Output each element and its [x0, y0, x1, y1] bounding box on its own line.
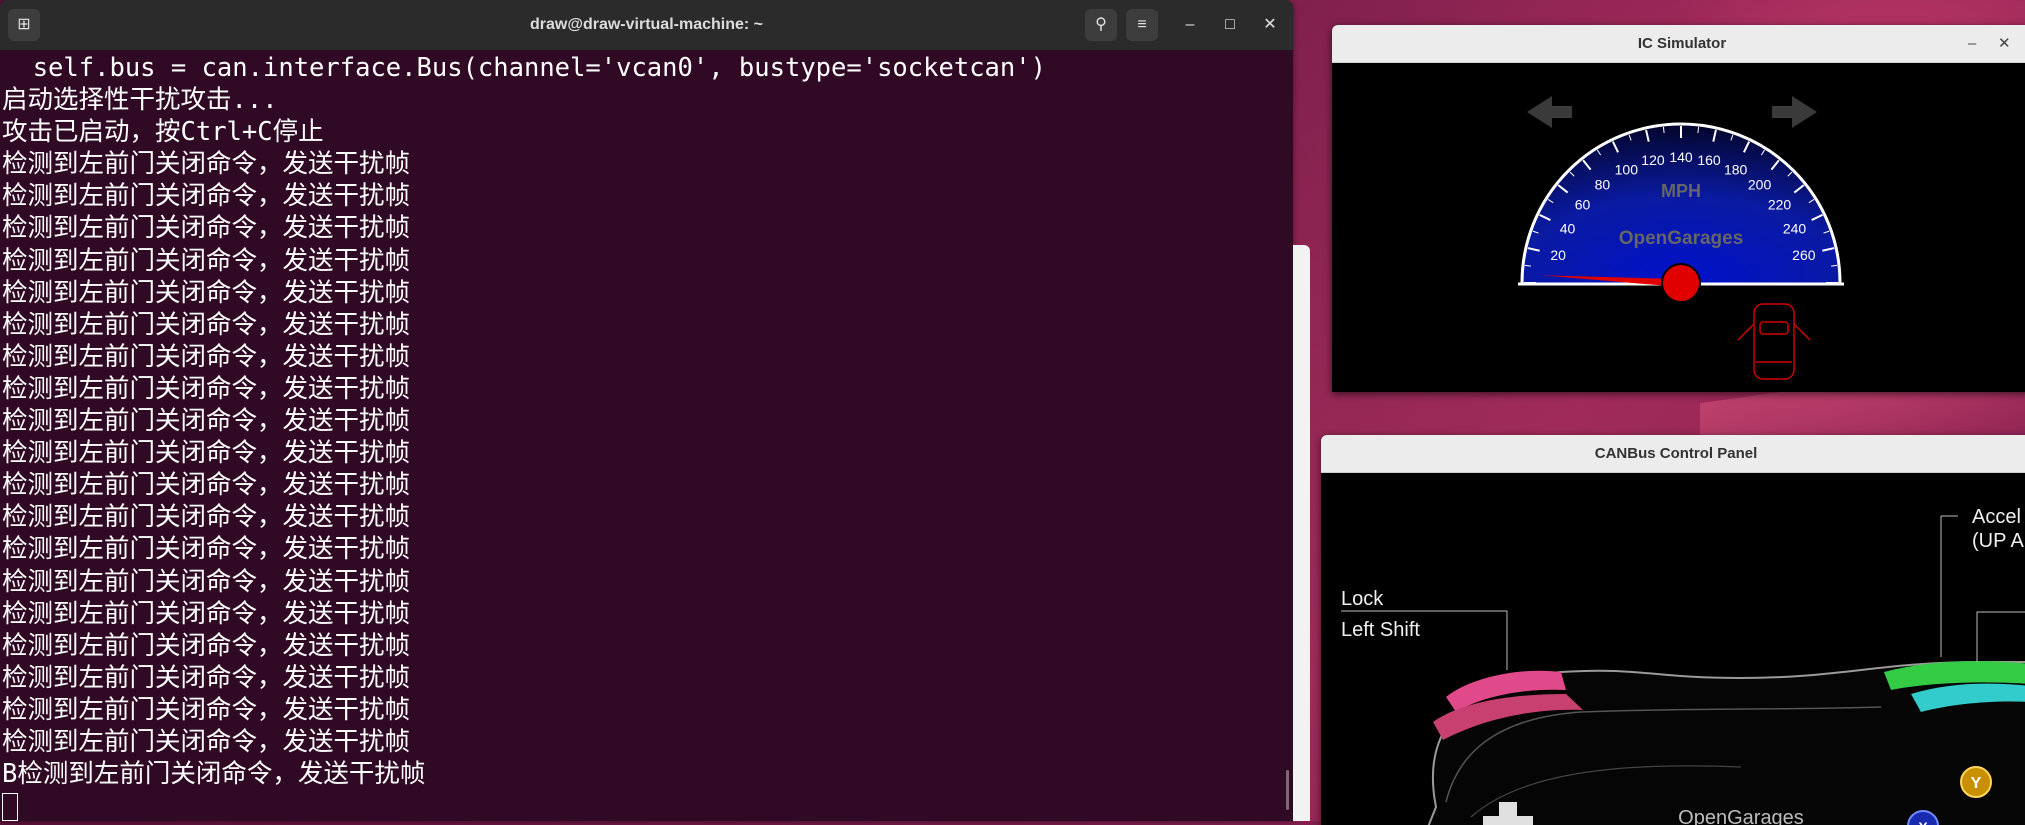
canbus-control-panel-window[interactable]: CANBus Control Panel Y X OpenGarages Loc… — [1321, 435, 2025, 825]
accelerate-label-line2: (UP A — [1972, 530, 2024, 552]
maximize-button[interactable]: □ — [1214, 9, 1246, 41]
needle-hub — [1661, 263, 1701, 303]
left-shift-label: Left Shift — [1341, 619, 1420, 641]
speedometer-tick-label: 180 — [1724, 161, 1748, 177]
terminal-line: 检测到左前门关闭命令，发送干扰帧 — [2, 341, 411, 372]
car-doors-icon — [1737, 303, 1811, 380]
right-arrow-icon — [1772, 96, 1817, 128]
terminal-scrollbar[interactable] — [1286, 770, 1289, 810]
terminal-line: 检测到左前门关闭命令，发送干扰帧 — [2, 373, 411, 404]
terminal-header-bar[interactable]: ⊞ draw@draw-virtual-machine: ~ ⚲ ≡ – □ ✕ — [0, 0, 1293, 50]
terminal-line: 检测到左前门关闭命令，发送干扰帧 — [2, 245, 411, 276]
terminal-line: 检测到左前门关闭命令，发送干扰帧 — [2, 726, 411, 757]
speedometer-tick-label: 140 — [1669, 149, 1693, 165]
terminal-line: 检测到左前门关闭命令，发送干扰帧 — [2, 534, 411, 565]
terminal-line: 检测到左前门关闭命令，发送干扰帧 — [2, 470, 411, 501]
controller-brand: OpenGarages — [1678, 807, 1804, 825]
speedometer-unit: MPH — [1661, 181, 1701, 201]
speedometer-tick-label: 60 — [1575, 196, 1591, 212]
speedometer-tick-label: 100 — [1615, 161, 1639, 177]
terminal-line: 攻击已启动，按Ctrl+C停止 — [2, 117, 324, 148]
ic-minimize-button[interactable]: – — [1968, 25, 1976, 62]
speedometer-tick-label: 160 — [1697, 152, 1721, 168]
speedometer-tick-label: 240 — [1783, 220, 1807, 236]
x-button-label: X — [1918, 819, 1928, 825]
control-panel-title: CANBus Control Panel — [1594, 445, 1758, 462]
speedometer-tick-label: 220 — [1768, 196, 1792, 212]
maximize-icon: □ — [1225, 16, 1235, 33]
terminal-line: B检测到左前门关闭命令，发送干扰帧 — [2, 759, 426, 790]
controller-graphic: Y X OpenGarages — [1341, 515, 2025, 825]
y-button-label: Y — [1971, 775, 1982, 792]
speedometer-brand: OpenGarages — [1619, 228, 1744, 249]
ic-close-button[interactable]: ✕ — [1998, 25, 2011, 62]
terminal-line: 检测到左前门关闭命令，发送干扰帧 — [2, 149, 411, 180]
speedometer-tick — [1830, 264, 1838, 267]
search-icon: ⚲ — [1095, 16, 1107, 33]
terminal-line: 检测到左前门关闭命令，发送干扰帧 — [2, 502, 411, 533]
speedometer-tick-label: 120 — [1641, 152, 1665, 168]
terminal-output[interactable]: self.bus = can.interface.Bus(channel='vc… — [0, 50, 1293, 821]
close-button[interactable]: ✕ — [1254, 9, 1286, 41]
terminal-prompt-line — [2, 790, 1291, 821]
terminal-line: 检测到左前门关闭命令，发送干扰帧 — [2, 662, 411, 693]
terminal-cursor — [2, 793, 18, 821]
terminal-line: 检测到左前门关闭命令，发送干扰帧 — [2, 566, 411, 597]
terminal-line: 检测到左前门关闭命令，发送干扰帧 — [2, 213, 411, 244]
speedometer-tick-label: 80 — [1595, 176, 1611, 192]
terminal-line: 检测到左前门关闭命令，发送干扰帧 — [2, 438, 411, 469]
hamburger-menu-icon: ≡ — [1137, 16, 1147, 33]
ic-simulator-title: IC Simulator — [1637, 35, 1727, 52]
speedometer-tick-label: 20 — [1550, 247, 1566, 263]
ic-simulator-header[interactable]: IC Simulator – ✕ — [1332, 25, 2025, 63]
lock-label: Lock — [1341, 588, 1384, 610]
close-icon: ✕ — [1263, 16, 1277, 33]
minimize-icon: – — [1968, 35, 1977, 52]
speedometer-tick-label: 200 — [1748, 176, 1772, 192]
close-icon: ✕ — [1998, 35, 2011, 52]
speedometer-tick — [1697, 126, 1700, 134]
terminal-line: self.bus = can.interface.Bus(channel='vc… — [2, 53, 1046, 83]
terminal-line: 检测到左前门关闭命令，发送干扰帧 — [2, 406, 411, 437]
terminal-line: 启动选择性干扰攻击... — [2, 85, 278, 116]
terminal-window[interactable]: ⊞ draw@draw-virtual-machine: ~ ⚲ ≡ – □ ✕… — [0, 0, 1293, 821]
terminal-line: 检测到左前门关闭命令，发送干扰帧 — [2, 309, 411, 340]
menu-button[interactable]: ≡ — [1126, 9, 1158, 41]
terminal-line: 检测到左前门关闭命令，发送干扰帧 — [2, 277, 411, 308]
control-panel-header[interactable]: CANBus Control Panel — [1321, 435, 2025, 473]
minimize-button[interactable]: – — [1174, 9, 1206, 41]
background-window-edge[interactable] — [1293, 245, 1310, 821]
speedometer-tick — [1662, 126, 1665, 134]
speedometer-tick-label: 260 — [1792, 247, 1816, 263]
instrument-cluster: 20406080100120 140 160180200220240260 MPH … — [1518, 96, 1844, 380]
search-button[interactable]: ⚲ — [1085, 9, 1117, 41]
terminal-line: 检测到左前门关闭命令，发送干扰帧 — [2, 181, 411, 212]
left-arrow-icon — [1527, 96, 1572, 128]
ic-simulator-window[interactable]: IC Simulator – ✕ 20 40 60 80 100 120 140 160 180… — [1332, 25, 2025, 392]
terminal-line: 检测到左前门关闭命令，发送干扰帧 — [2, 630, 411, 661]
terminal-line: 检测到左前门关闭命令，发送干扰帧 — [2, 598, 411, 629]
speedometer-tick-label: 40 — [1560, 220, 1576, 236]
accelerate-label-line1: Accel — [1972, 506, 2021, 528]
terminal-line: 检测到左前门关闭命令，发送干扰帧 — [2, 694, 411, 725]
speedometer-tick — [1524, 264, 1532, 267]
minimize-icon: – — [1185, 16, 1195, 33]
